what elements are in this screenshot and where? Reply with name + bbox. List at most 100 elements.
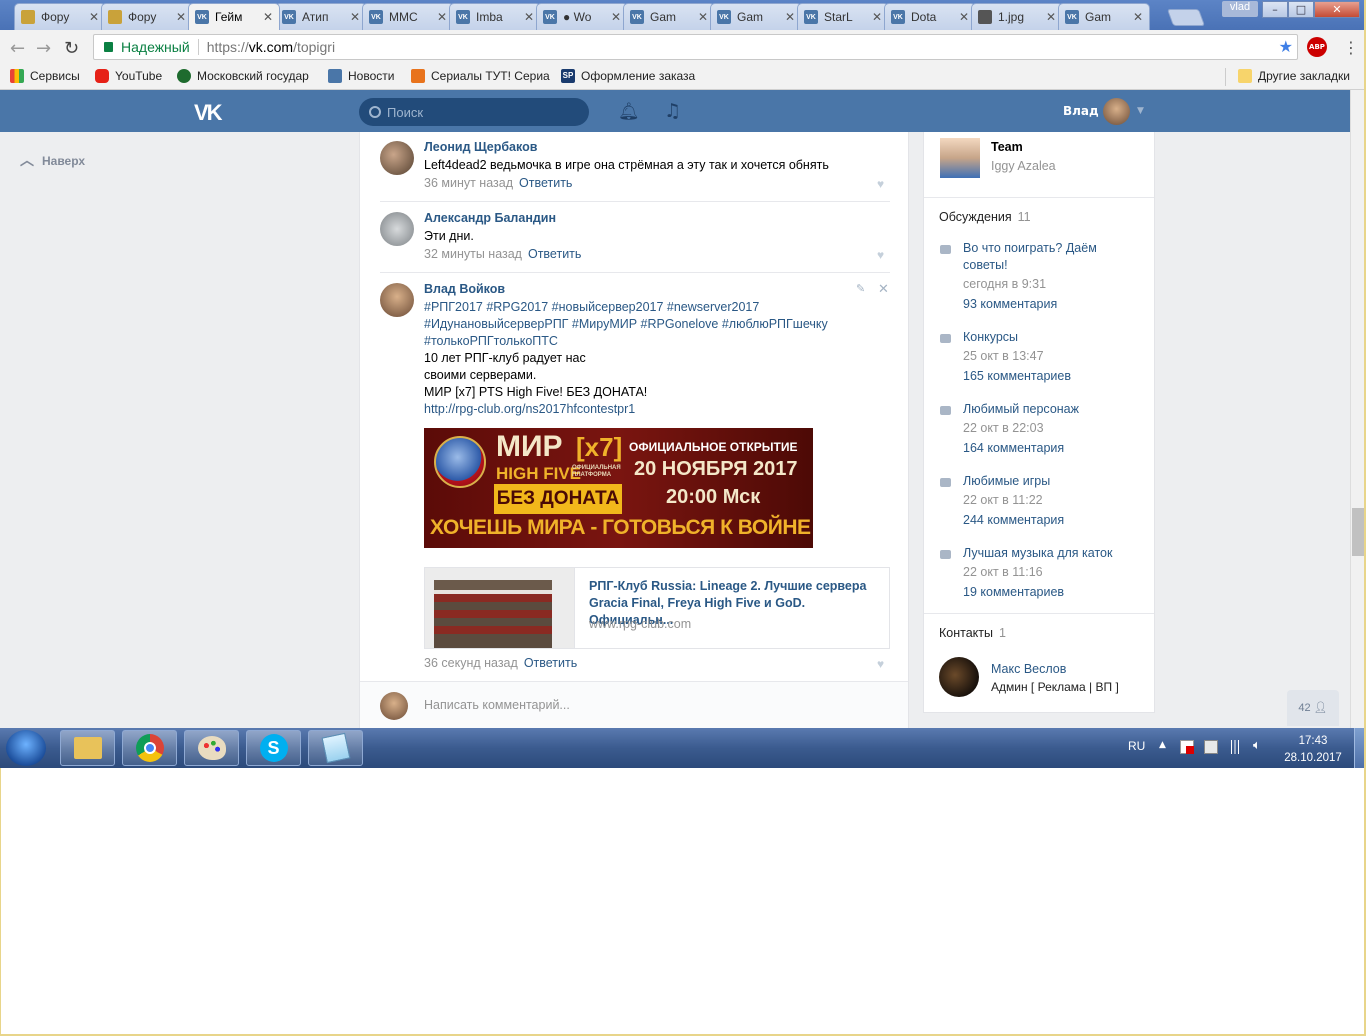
back-to-top-link[interactable]: ︿ Наверх xyxy=(20,150,85,170)
comment-link[interactable]: http://rpg-club.org/ns2017hfcontestpr1 xyxy=(424,401,635,418)
search-input[interactable]: Поиск xyxy=(359,98,589,126)
scrollbar-thumb[interactable] xyxy=(1352,508,1364,556)
discussion-count[interactable]: 164 комментария xyxy=(963,441,1064,455)
close-icon[interactable]: ✕ xyxy=(959,10,969,24)
adblock-icon[interactable]: ABP xyxy=(1307,37,1327,57)
discussion-title[interactable]: Любимый персонаж xyxy=(963,401,1143,418)
hashtags[interactable]: #РПГ2017 #RPG2017 #новыйсервер2017 #news… xyxy=(424,299,759,316)
browser-tab[interactable]: VK Dota ✕ xyxy=(884,3,976,30)
avatar[interactable] xyxy=(380,283,414,317)
bookmark-news[interactable]: Новости xyxy=(328,69,394,83)
close-icon[interactable]: ✕ xyxy=(878,281,889,297)
new-tab-button[interactable] xyxy=(1166,9,1206,26)
avatar[interactable] xyxy=(380,141,414,175)
browser-tab[interactable]: VK Gam ✕ xyxy=(1058,3,1150,30)
team-name[interactable]: Team xyxy=(991,140,1023,154)
menu-dots-icon[interactable]: ⋮ xyxy=(1343,38,1359,57)
bookmark-order[interactable]: SP Оформление заказа xyxy=(561,69,695,83)
tray-expand-icon[interactable]: ▲ xyxy=(1159,740,1166,750)
minimize-button[interactable]: – xyxy=(1262,1,1288,18)
link-preview-card[interactable]: РПГ-Клуб Russia: Lineage 2. Лучшие серве… xyxy=(424,567,890,649)
close-icon[interactable]: ✕ xyxy=(785,10,795,24)
bookmark-youtube[interactable]: YouTube xyxy=(95,69,162,83)
promo-banner-image[interactable]: МИР [x7] HIGH FIVE ОФИЦИАЛЬНАЯ ПЛАТФОРМА… xyxy=(424,428,813,548)
online-friends-button[interactable]: 42 👤︎ xyxy=(1287,690,1339,726)
browser-tab[interactable]: VK Imba ✕ xyxy=(449,3,541,30)
like-heart-icon[interactable]: ♥ xyxy=(877,177,884,191)
like-heart-icon[interactable]: ♥ xyxy=(877,657,884,671)
close-icon[interactable]: ✕ xyxy=(176,10,186,24)
discussion-title[interactable]: Любимые игры xyxy=(963,473,1143,490)
reply-link[interactable]: Ответить xyxy=(519,176,572,190)
network-icon[interactable] xyxy=(1228,740,1242,754)
vk-logo[interactable]: VK xyxy=(194,100,223,126)
discussion-count[interactable]: 244 комментария xyxy=(963,513,1064,527)
music-icon[interactable]: ♫ xyxy=(664,100,681,122)
back-arrow-icon[interactable]: ← xyxy=(10,38,25,59)
reply-link[interactable]: Ответить xyxy=(524,656,577,670)
bookmark-moscow[interactable]: Московский государ xyxy=(177,69,309,83)
user-name[interactable]: Влад xyxy=(1063,104,1099,118)
comment-author[interactable]: Александр Баландин xyxy=(424,211,556,225)
bell-icon[interactable]: 🔔︎ xyxy=(618,102,640,122)
close-icon[interactable]: ✕ xyxy=(611,10,621,24)
bookmark-other[interactable]: Другие закладки xyxy=(1238,69,1350,83)
browser-tab[interactable]: VK Gam ✕ xyxy=(623,3,715,30)
contact-name[interactable]: Макс Веслов xyxy=(991,662,1066,676)
taskbar-notepad[interactable] xyxy=(308,730,363,766)
discussion-title[interactable]: Конкурсы xyxy=(963,329,1143,346)
close-icon[interactable]: ✕ xyxy=(437,10,447,24)
contact-avatar[interactable] xyxy=(939,657,979,697)
like-heart-icon[interactable]: ♥ xyxy=(877,248,884,262)
close-icon[interactable]: ✕ xyxy=(263,10,273,24)
close-icon[interactable]: ✕ xyxy=(350,10,360,24)
browser-tab[interactable]: VK ММС ✕ xyxy=(362,3,454,30)
taskbar-skype[interactable]: S xyxy=(246,730,301,766)
taskbar-chrome[interactable] xyxy=(122,730,177,766)
bookmark-services[interactable]: Сервисы xyxy=(10,69,80,83)
close-icon[interactable]: ✕ xyxy=(698,10,708,24)
hashtags[interactable]: #толькоРПГтолькоПТС xyxy=(424,333,558,350)
taskbar-explorer[interactable] xyxy=(60,730,115,766)
close-icon[interactable]: ✕ xyxy=(524,10,534,24)
reload-icon[interactable]: ↻ xyxy=(64,38,79,59)
address-bar[interactable]: Надежный https://vk.com/topigri ★ xyxy=(93,34,1298,60)
browser-tab[interactable]: VK Gam ✕ xyxy=(710,3,802,30)
chevron-down-icon[interactable]: ▼ xyxy=(1137,106,1144,116)
comment-author[interactable]: Леонид Щербаков xyxy=(424,140,537,154)
reply-link[interactable]: Ответить xyxy=(528,247,581,261)
discussion-count[interactable]: 165 комментариев xyxy=(963,369,1071,383)
close-icon[interactable]: ✕ xyxy=(1046,10,1056,24)
profile-button[interactable]: vlad xyxy=(1222,1,1258,17)
discussion-count[interactable]: 19 комментариев xyxy=(963,585,1064,599)
device-icon[interactable] xyxy=(1204,740,1218,754)
comment-author[interactable]: Влад Войков xyxy=(424,282,505,296)
windows-start-icon[interactable] xyxy=(6,730,46,766)
forward-arrow-icon[interactable]: → xyxy=(36,38,51,59)
browser-tab[interactable]: VK Гейм ✕ xyxy=(188,3,280,30)
browser-tab[interactable]: Фору ✕ xyxy=(14,3,106,30)
bookmark-serials[interactable]: Сериалы ТУТ! Сериа xyxy=(411,69,550,83)
hashtags[interactable]: #ИдунановыйсерверРПГ #МируМИР #RPGonelov… xyxy=(424,316,828,333)
browser-tab[interactable]: VK ● Wo ✕ xyxy=(536,3,628,30)
action-center-icon[interactable] xyxy=(1180,740,1194,754)
comment-input[interactable]: Написать комментарий... xyxy=(424,698,570,712)
close-window-button[interactable]: ✕ xyxy=(1314,1,1360,18)
discussions-header[interactable]: Обсуждения 11 xyxy=(939,210,1031,224)
close-icon[interactable]: ✕ xyxy=(1133,10,1143,24)
bookmark-star-icon[interactable]: ★ xyxy=(1279,37,1293,57)
browser-tab[interactable]: VK Атип ✕ xyxy=(275,3,367,30)
edit-pencil-icon[interactable]: ✎ xyxy=(856,282,865,295)
language-indicator[interactable]: RU xyxy=(1128,739,1145,753)
volume-icon[interactable]: 🔈︎ xyxy=(1253,738,1261,753)
discussion-count[interactable]: 93 комментария xyxy=(963,297,1057,311)
avatar[interactable] xyxy=(1103,98,1130,125)
maximize-button[interactable]: □ xyxy=(1288,1,1314,18)
discussion-title[interactable]: Лучшая музыка для каток xyxy=(963,545,1143,562)
team-avatar[interactable] xyxy=(940,138,980,178)
browser-tab[interactable]: VK StarL ✕ xyxy=(797,3,889,30)
clock[interactable]: 17:43 28.10.2017 xyxy=(1280,733,1346,767)
close-icon[interactable]: ✕ xyxy=(89,10,99,24)
avatar[interactable] xyxy=(380,212,414,246)
browser-tab[interactable]: Фору ✕ xyxy=(101,3,193,30)
